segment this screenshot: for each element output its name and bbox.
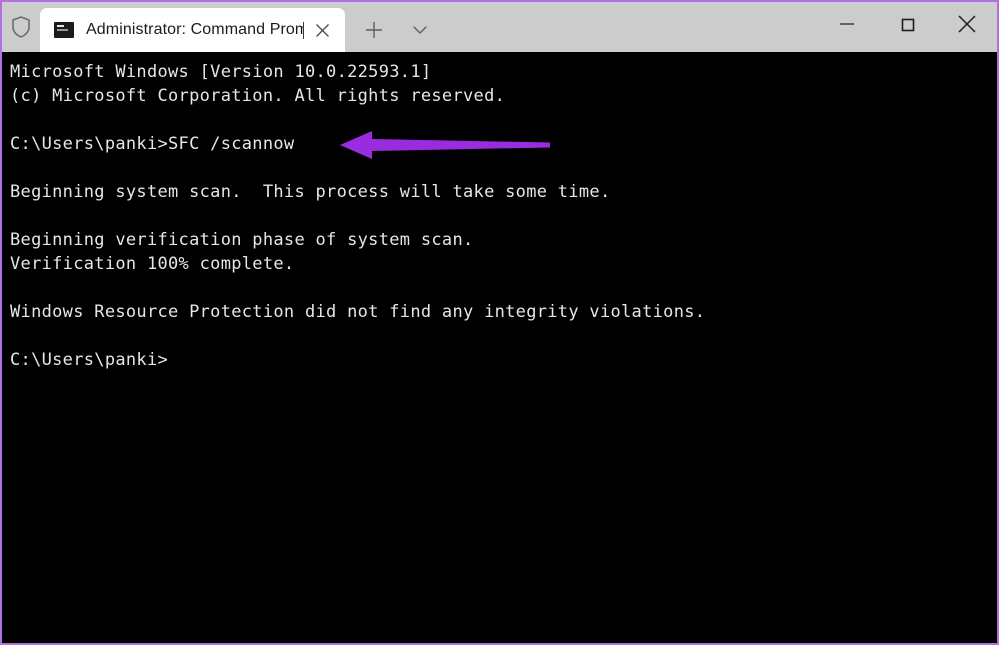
title-bar: Administrator: Command Prom xyxy=(2,2,997,52)
terminal-line: Beginning verification phase of system s… xyxy=(10,230,474,250)
terminal-command-line: C:\Users\panki>SFC /scannow xyxy=(10,134,295,154)
command-prompt-window: Administrator: Command Prom Microsoft Wi… xyxy=(0,0,999,645)
close-button[interactable] xyxy=(937,2,997,46)
window-controls xyxy=(817,2,997,52)
terminal-line: Windows Resource Protection did not find… xyxy=(10,302,706,322)
tab-title: Administrator: Command Prom xyxy=(86,21,303,38)
terminal-output[interactable]: Microsoft Windows [Version 10.0.22593.1]… xyxy=(2,52,997,643)
tab-close-icon[interactable] xyxy=(305,13,339,47)
tab-administrator-command-prompt[interactable]: Administrator: Command Prom xyxy=(40,8,345,52)
new-tab-button[interactable] xyxy=(353,8,395,52)
terminal-line: Verification 100% complete. xyxy=(10,254,295,274)
terminal-line: Beginning system scan. This process will… xyxy=(10,182,611,202)
minimize-button[interactable] xyxy=(817,2,877,46)
chevron-down-icon[interactable] xyxy=(399,8,441,52)
shield-icon xyxy=(2,2,40,52)
maximize-button[interactable] xyxy=(877,2,937,46)
terminal-prompt-line: C:\Users\panki> xyxy=(10,350,169,370)
terminal-line: Microsoft Windows [Version 10.0.22593.1] xyxy=(10,62,432,82)
titlebar-drag-region xyxy=(441,8,817,52)
console-icon xyxy=(54,22,74,38)
terminal-line: (c) Microsoft Corporation. All rights re… xyxy=(10,86,506,106)
tab-title-truncation-caret xyxy=(303,21,304,39)
